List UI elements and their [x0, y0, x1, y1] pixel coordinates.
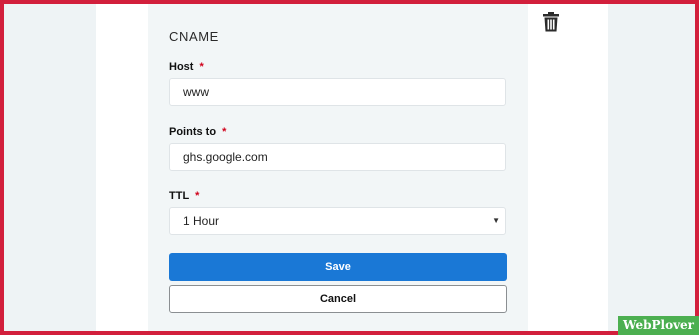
ttl-selected-value: 1 Hour [183, 214, 220, 228]
required-mark: * [199, 61, 204, 73]
ttl-label-text: TTL [169, 190, 190, 202]
watermark: WebPlover [618, 316, 699, 335]
host-label: Host * [169, 61, 204, 73]
save-button[interactable]: Save [169, 253, 507, 281]
ttl-label: TTL * [169, 190, 199, 202]
required-mark: * [222, 126, 227, 138]
points-to-label-text: Points to [169, 126, 217, 138]
chevron-down-icon: ▼ [492, 216, 500, 225]
required-mark: * [195, 190, 200, 202]
record-type-label: CNAME [169, 29, 219, 44]
host-input[interactable] [169, 78, 506, 106]
host-label-text: Host [169, 61, 194, 73]
cancel-button[interactable]: Cancel [169, 285, 507, 313]
ttl-select[interactable]: 1 Hour ▼ [169, 207, 506, 235]
points-to-label: Points to * [169, 126, 226, 138]
trash-icon[interactable] [542, 12, 560, 32]
points-to-input[interactable] [169, 143, 506, 171]
